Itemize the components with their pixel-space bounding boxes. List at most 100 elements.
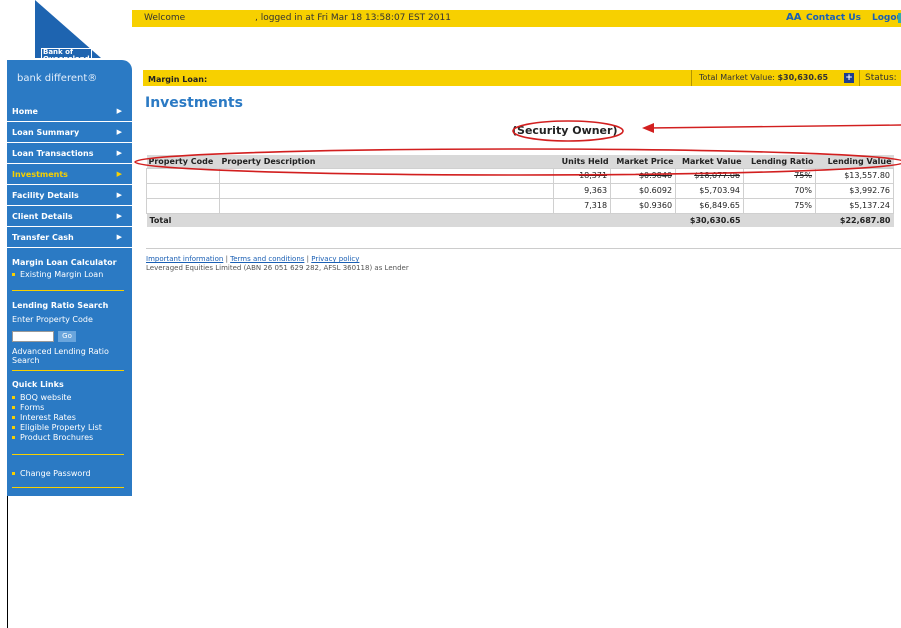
- font-size-toggle[interactable]: AA: [786, 12, 801, 23]
- footer-links: Important information | Terms and condit…: [146, 255, 359, 263]
- total-market-value-cell: $30,630.65: [675, 213, 744, 227]
- link-label: Existing Margin Loan: [20, 270, 104, 279]
- nav-label: Investments: [12, 170, 68, 179]
- bullet-icon: [12, 472, 15, 475]
- nav-label: Transfer Cash: [12, 233, 74, 242]
- divider: [12, 290, 124, 291]
- lending-header: Lending Ratio Search: [12, 301, 109, 310]
- terms-link[interactable]: Terms and conditions: [230, 255, 304, 263]
- divider: [859, 70, 860, 86]
- calculator-section: Margin Loan Calculator Existing Margin L…: [12, 258, 117, 279]
- bullet-icon: [12, 396, 15, 399]
- nav-label: Loan Summary: [12, 128, 80, 137]
- cell-desc: [218, 182, 555, 199]
- bullet-icon: [12, 406, 15, 409]
- link-label: BOQ website: [20, 393, 72, 402]
- quick-link[interactable]: Interest Rates: [12, 413, 102, 422]
- cell-units: 9,363: [553, 182, 612, 199]
- cell-empty: [219, 213, 554, 227]
- quick-link[interactable]: Product Brochures: [12, 433, 102, 442]
- cell-lending-value: $13,557.80: [814, 167, 895, 184]
- tmv-amount: $30,630.65: [777, 73, 829, 82]
- col-property-description: Property Description: [219, 155, 554, 168]
- cell-code: [146, 167, 220, 184]
- cell-empty: [553, 213, 611, 227]
- investments-table: Property Code Property Description Units…: [146, 155, 895, 227]
- nav-item-loan-transactions[interactable]: Loan Transactions ▶: [7, 143, 132, 164]
- link-label: Change Password: [20, 469, 91, 478]
- cell-empty: [610, 213, 676, 227]
- calculator-header: Margin Loan Calculator: [12, 258, 117, 267]
- link-separator: |: [225, 255, 228, 263]
- go-button[interactable]: Go: [58, 331, 76, 342]
- cell-ratio: 75%: [743, 197, 816, 214]
- cell-price: $0.9360: [610, 197, 677, 214]
- total-market-value: Total Market Value: $30,630.65: [699, 73, 828, 82]
- annotation-arrowhead-icon: [642, 123, 654, 133]
- cell-units: 7,318: [553, 197, 612, 214]
- cell-value: $5,703.94: [675, 182, 745, 199]
- arrow-right-icon: ▶: [116, 149, 122, 157]
- quick-link[interactable]: Eligible Property List: [12, 423, 102, 432]
- cell-units: 18,371: [553, 167, 612, 184]
- tmv-label: Total Market Value:: [699, 73, 775, 82]
- change-password-link[interactable]: Change Password: [12, 469, 91, 478]
- divider: [691, 70, 692, 86]
- quick-links-header: Quick Links: [12, 380, 64, 389]
- lending-ratio-section: Lending Ratio Search Enter Property Code: [12, 301, 108, 324]
- divider: [12, 370, 124, 371]
- cell-desc: [218, 167, 555, 184]
- nav-item-loan-summary[interactable]: Loan Summary ▶: [7, 122, 132, 143]
- nav-label: Home: [12, 107, 38, 116]
- cell-empty: [743, 213, 816, 227]
- arrow-right-icon: ▶: [116, 107, 122, 115]
- quick-links-section: Quick Links BOQ website Forms Interest R…: [12, 380, 102, 442]
- nav-label: Loan Transactions: [12, 149, 94, 158]
- login-info: , logged in at Fri Mar 18 13:58:07 EST 2…: [255, 13, 451, 23]
- arrow-right-icon: ▶: [116, 128, 122, 136]
- total-lending-value-cell: $22,687.80: [815, 213, 894, 227]
- main-nav: Home ▶ Loan Summary ▶ Loan Transactions ▶ I…: [7, 101, 132, 248]
- footer-divider: [146, 248, 901, 249]
- lender-statement: Leveraged Equities Limited (ABN 26 051 6…: [146, 264, 409, 272]
- cell-code: [146, 182, 220, 199]
- contact-us-link[interactable]: Contact Us: [806, 13, 861, 23]
- table-row: 18,371 $0.9840 $18,077.06 75% $13,557.80: [146, 167, 895, 184]
- margin-loan-label: Margin Loan:: [148, 75, 208, 84]
- nav-item-investments[interactable]: Investments ▶: [7, 164, 132, 185]
- nav-item-home[interactable]: Home ▶: [7, 101, 132, 122]
- existing-margin-loan-link[interactable]: Existing Margin Loan: [12, 270, 117, 279]
- cell-lending-value: $5,137.24: [814, 197, 895, 214]
- security-owner-label: (Security Owner): [512, 124, 618, 137]
- privacy-policy-link[interactable]: Privacy policy: [311, 255, 359, 263]
- quick-link[interactable]: Forms: [12, 403, 102, 412]
- bullet-icon: [12, 416, 15, 419]
- cell-value: $6,849.65: [675, 197, 745, 214]
- cell-lending-value: $3,992.76: [814, 182, 895, 199]
- cell-price: $0.9840: [610, 167, 677, 184]
- cell-ratio: 70%: [743, 182, 816, 199]
- arrow-right-icon: ▶: [116, 233, 122, 241]
- divider: [12, 454, 124, 455]
- nav-label: Client Details: [12, 212, 73, 221]
- quick-link[interactable]: BOQ website: [12, 393, 102, 402]
- total-label: Total: [146, 213, 220, 227]
- col-units-held: Units Held: [553, 155, 611, 168]
- cell-code: [146, 197, 220, 214]
- bullet-icon: [12, 426, 15, 429]
- cell-desc: [218, 197, 555, 214]
- status-label: Status:: [865, 73, 897, 83]
- property-code-input[interactable]: [12, 331, 54, 342]
- advanced-search-link[interactable]: Advanced Lending Ratio Search: [12, 347, 122, 365]
- important-information-link[interactable]: Important information: [146, 255, 223, 263]
- table-row: 7,318 $0.9360 $6,849.65 75% $5,137.24: [146, 197, 895, 214]
- col-market-price: Market Price: [610, 155, 676, 168]
- nav-item-facility-details[interactable]: Facility Details ▶: [7, 185, 132, 206]
- logout-link[interactable]: Logout: [872, 13, 901, 23]
- link-label: Product Brochures: [20, 433, 94, 442]
- link-separator: |: [306, 255, 309, 263]
- expand-plus-icon[interactable]: +: [844, 73, 854, 83]
- nav-item-client-details[interactable]: Client Details ▶: [7, 206, 132, 227]
- nav-item-transfer-cash[interactable]: Transfer Cash ▶: [7, 227, 132, 248]
- arrow-right-icon: ▶: [116, 212, 122, 220]
